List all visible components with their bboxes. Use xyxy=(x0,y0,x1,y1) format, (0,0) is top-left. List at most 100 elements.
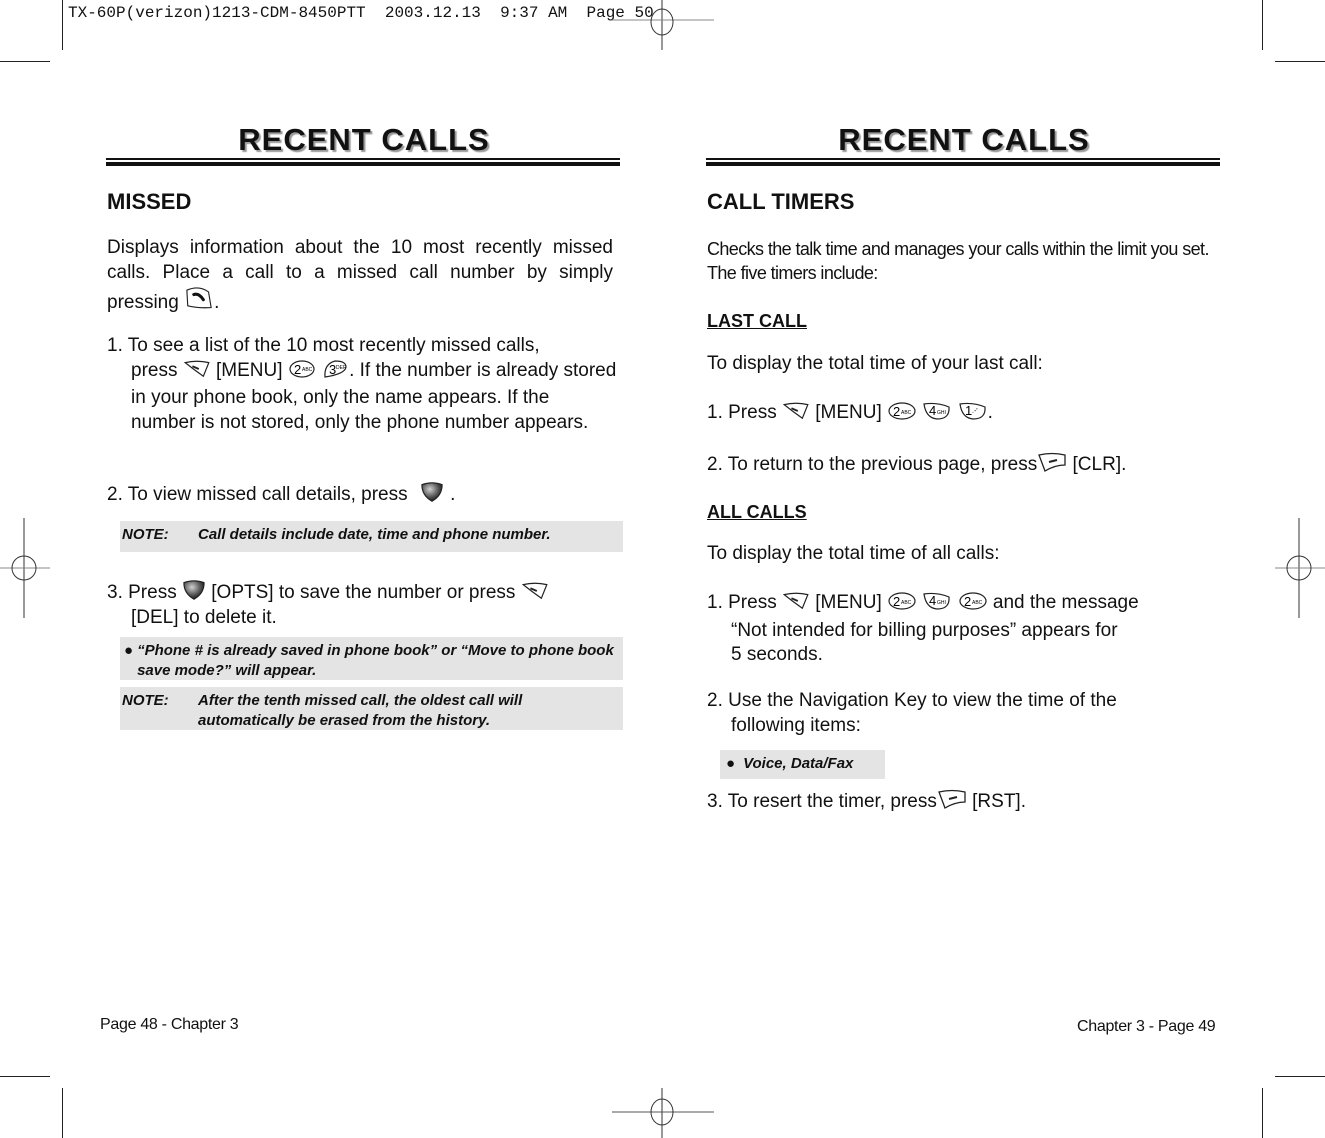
key-4-icon: 4 GHI xyxy=(922,591,952,619)
rst-label: [RST]. xyxy=(972,791,1026,812)
menu-label: [MENU] xyxy=(815,592,882,613)
all-calls-step-2: 2. Use the Navigation Key to view the ti… xyxy=(707,689,1117,738)
section-title: CALL TIMERS xyxy=(707,189,855,214)
title-rule xyxy=(706,162,1220,166)
right-soft-key-icon xyxy=(937,788,967,810)
svg-text:ABC: ABC xyxy=(901,600,912,606)
svg-text:GHI: GHI xyxy=(937,600,946,606)
page-footer: Page 48 - Chapter 3 xyxy=(100,1016,239,1033)
note-history: NOTE: After the tenth missed call, the ol… xyxy=(120,687,623,730)
step3-delete: [DEL] to delete it. xyxy=(131,606,277,628)
step1-body: press [MENU] 2 ABC 3 DEF . If the number i… xyxy=(107,359,617,436)
svg-text:ABC: ABC xyxy=(972,600,983,606)
all-calls-step-3: 3. To resert the timer, press [RST]. xyxy=(707,788,1026,815)
step-text: “Not intended for billing purposes” appe… xyxy=(731,619,1118,641)
note-text: Call details include date, time and phon… xyxy=(198,526,551,543)
svg-text:4: 4 xyxy=(929,403,936,418)
right-soft-key-icon xyxy=(1037,451,1067,473)
clr-label: [CLR]. xyxy=(1072,454,1127,475)
missed-intro: Displays information about the 10 most r… xyxy=(107,236,613,316)
step1-line: 1. To see a list of the 10 most recently… xyxy=(107,335,540,356)
last-call-desc: To display the total time of your last c… xyxy=(707,353,1043,374)
title-rule xyxy=(706,158,1220,160)
bullet-note: ● “Phone # is already saved in phone boo… xyxy=(120,637,623,680)
press-text: 1. Press xyxy=(707,402,777,423)
step2-end: . xyxy=(450,484,456,505)
intro-end: . xyxy=(214,292,220,313)
crop-mark-icon xyxy=(1262,0,1263,50)
svg-text:GHI: GHI xyxy=(937,410,946,416)
crop-mark-icon xyxy=(1275,61,1325,62)
page-title: RECENT CALLS xyxy=(238,122,490,157)
crop-mark-icon xyxy=(62,0,63,50)
title-rule xyxy=(106,158,620,160)
key-1-icon: 1 .-' xyxy=(958,401,988,429)
svg-text:2: 2 xyxy=(964,594,971,609)
left-soft-key-icon xyxy=(183,359,211,379)
page-title: RECENT CALLS xyxy=(838,122,1090,157)
registration-mark-icon xyxy=(612,0,714,50)
menu-label: [MENU] xyxy=(815,402,882,423)
key-2-icon: 2 ABC xyxy=(288,359,316,387)
bullet-items: ● Voice, Data/Fax xyxy=(720,750,885,779)
key-2-icon: 2 ABC xyxy=(887,591,917,619)
svg-text:4: 4 xyxy=(929,593,936,608)
registration-mark-icon xyxy=(612,1088,714,1138)
step-text: 2. Use the Navigation Key to view the ti… xyxy=(707,690,1117,711)
key-2-icon: 2 ABC xyxy=(887,401,917,429)
left-soft-key-icon xyxy=(521,581,549,601)
page-footer: Chapter 3 - Page 49 xyxy=(1077,1018,1216,1035)
press-text: 1. Press xyxy=(707,592,777,613)
step1-press: press xyxy=(131,359,178,381)
note-call-details: NOTE: Call details include date, time and… xyxy=(120,521,623,552)
menu-label: [MENU] xyxy=(216,359,283,381)
key-2-icon: 2 ABC xyxy=(958,591,988,619)
missed-step-3: 3. Press [OPTS] to save the number or pr… xyxy=(107,579,617,630)
bullet-text: Voice, Data/Fax xyxy=(743,755,854,772)
all-calls-heading: ALL CALLS xyxy=(707,502,807,522)
note-text: After the tenth missed call, the oldest … xyxy=(198,692,523,709)
step3-press: 3. Press xyxy=(107,582,177,603)
key-4-icon: 4 GHI xyxy=(922,401,952,429)
note-label: NOTE: xyxy=(122,692,169,709)
note-text: automatically be erased from the history… xyxy=(198,712,491,729)
crop-mark-icon xyxy=(62,1088,63,1138)
section-title: MISSED xyxy=(107,189,192,214)
step-text: 2. To return to the previous page, press xyxy=(707,454,1038,475)
svg-text:2: 2 xyxy=(893,594,900,609)
crop-mark-icon xyxy=(1262,1088,1263,1138)
ok-key-icon xyxy=(182,579,206,601)
step3-text: [OPTS] to save the number or press xyxy=(211,582,516,603)
send-key-icon xyxy=(184,285,214,311)
crop-mark-icon xyxy=(1275,1076,1325,1077)
key-3-icon: 3 DEF xyxy=(321,359,349,387)
missed-step-2: 2. To view missed call details, press . xyxy=(107,481,455,508)
svg-text:2: 2 xyxy=(294,362,301,377)
step-text: and the message xyxy=(992,592,1139,613)
svg-text:ABC: ABC xyxy=(302,367,313,373)
bullet-icon: ● xyxy=(124,642,134,659)
missed-intro-text: Displays information about the 10 most r… xyxy=(107,237,613,313)
left-soft-key-icon xyxy=(782,401,810,421)
last-call-step-2: 2. To return to the previous page, press… xyxy=(707,451,1126,478)
svg-text:2: 2 xyxy=(893,404,900,419)
step-text: 3. To resert the timer, press xyxy=(707,791,937,812)
svg-text:ABC: ABC xyxy=(901,410,912,416)
last-call-step-1: 1. Press [MENU] 2 ABC 4 GHI 1 .-' . xyxy=(707,401,993,429)
registration-mark-icon xyxy=(1275,518,1325,618)
step-text: 5 seconds. xyxy=(731,644,823,665)
ok-key-icon xyxy=(419,481,445,503)
bullet-icon: ● xyxy=(726,755,736,772)
missed-step-1: 1. To see a list of the 10 most recently… xyxy=(107,334,617,435)
bullet-text: “Phone # is already saved in phone book”… xyxy=(137,642,614,679)
crop-mark-icon xyxy=(0,1076,50,1077)
step2-text: 2. To view missed call details, press xyxy=(107,484,408,505)
call-timers-intro: Checks the talk time and manages your ca… xyxy=(707,239,1209,283)
step-end: . xyxy=(987,402,993,423)
registration-mark-icon xyxy=(0,518,50,618)
left-soft-key-icon xyxy=(782,591,810,611)
all-calls-desc: To display the total time of all calls: xyxy=(707,543,1000,564)
crop-mark-icon xyxy=(0,61,50,62)
all-calls-step-1: 1. Press [MENU] 2 ABC 4 GHI 2 ABC and the m… xyxy=(707,591,1217,668)
print-slug: TX-60P(verizon)1213-CDM-8450PTT 2003.12.… xyxy=(68,4,654,22)
